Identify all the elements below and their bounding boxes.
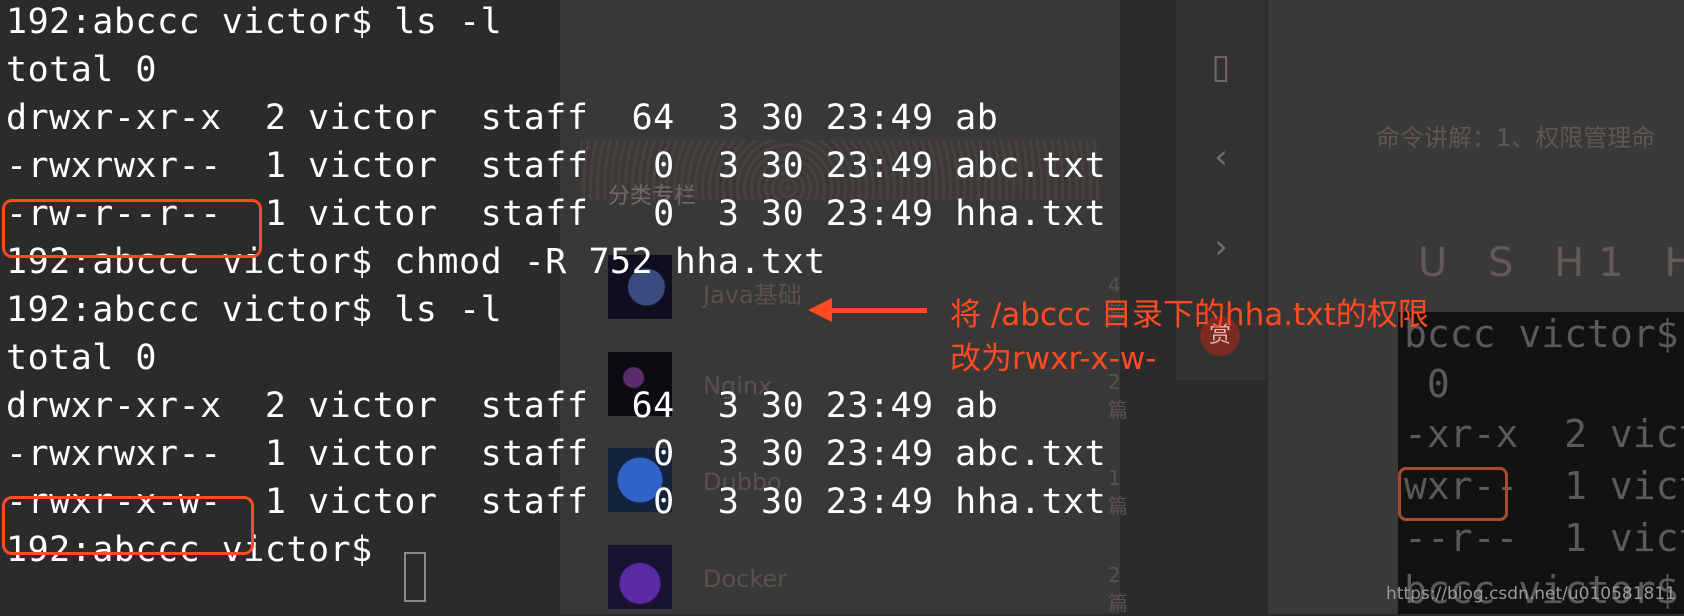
terminal-output-line: total 0 [6,338,158,378]
terminal-prompt-line: 192:abccc victor$ ls -l [6,2,503,42]
editor-toolbar: U S H1 H2 [1418,240,1684,286]
embedded-terminal-screenshot: bccc victor$ 0 -xr-x 2 vict wxr-- 1 vict… [1398,312,1684,614]
annotation-arrow [825,308,927,313]
embedded-line: -xr-x 2 vict [1404,412,1684,456]
terminal-output-line: drwxr-xr-x 2 victor staff 64 3 30 23:49 … [6,98,999,138]
terminal-output-line: drwxr-xr-x 2 victor staff 64 3 30 23:49 … [6,386,999,426]
terminal-output-line: total 0 [6,50,158,90]
terminal-output-line: -rwxrwxr-- 1 victor staff 0 3 30 23:49 a… [6,146,1107,186]
watermark: https://blog.csdn.net/u010581811 [1386,584,1676,604]
arrow-head-icon [808,298,832,322]
chevron-left-icon[interactable]: ‹ [1176,112,1266,202]
terminal-output-line: -rwxrwxr-- 1 victor staff 0 3 30 23:49 a… [6,434,1107,474]
annotation-text: 改为rwxr-x-w- [950,341,1157,377]
permission-highlight-after [2,496,254,555]
chevron-right-icon[interactable]: › [1176,202,1266,292]
article-excerpt: 命令讲解：1、权限管理命 [1376,124,1656,152]
embedded-line: --r-- 1 vict [1404,516,1684,560]
terminal-cursor[interactable] [404,552,426,602]
embedded-highlight-box [1398,467,1508,521]
embedded-line: bccc victor$ [1404,312,1679,356]
annotation-text: 将 /abccc 目录下的hha.txt的权限 [950,297,1429,333]
permission-highlight-before [2,199,262,258]
embedded-line: 0 [1404,362,1450,406]
terminal-prompt-line: 192:abccc victor$ ls -l [6,290,503,330]
phone-icon[interactable]: ▯ [1176,22,1266,112]
